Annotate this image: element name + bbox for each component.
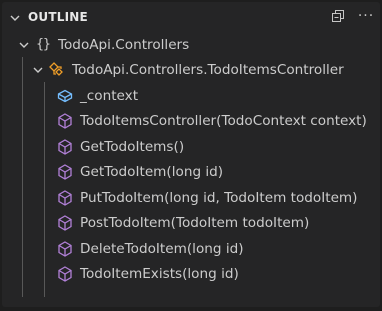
tree-item-method[interactable]: GetTodoItem(long id) [2,160,380,186]
tree-item-label: TodoApi.Controllers [58,36,190,53]
method-icon [56,265,74,283]
collapse-all-icon[interactable] [330,8,346,24]
method-icon [56,189,74,207]
method-icon [56,214,74,232]
tree-item-label: GetTodoItems() [80,138,185,155]
namespace-braces-icon: {} [36,37,51,53]
tree-item-label: PutTodoItem(long id, TodoItem todoItem) [80,189,358,206]
tree-item-method[interactable]: PutTodoItem(long id, TodoItem todoItem) [2,185,380,211]
tree-item-label: TodoApi.Controllers.TodoItemsController [72,62,344,79]
method-icon [56,163,74,181]
outline-panel: OUTLINE ··· {} TodoApi.Controllers TodoA… [2,2,380,307]
chevron-down-icon[interactable] [30,62,46,78]
tree-item-method[interactable]: TodoItemExists(long id) [2,262,380,288]
tree-item-method[interactable]: DeleteTodoItem(long id) [2,236,380,262]
tree-item-method[interactable]: GetTodoItems() [2,134,380,160]
class-icon [48,61,66,79]
outline-title: OUTLINE [28,10,88,24]
outline-header[interactable]: OUTLINE ··· [2,2,380,32]
chevron-down-icon[interactable] [8,10,22,24]
chevron-down-icon[interactable] [16,37,32,53]
method-icon [56,112,74,130]
tree-item-namespace[interactable]: {} TodoApi.Controllers [2,32,380,58]
tree-item-label: GetTodoItem(long id) [80,164,224,181]
outline-actions: ··· [330,8,374,24]
tree-item-label: TodoItemExists(long id) [80,266,239,283]
tree-item-label: DeleteTodoItem(long id) [80,240,244,257]
tree-item-method[interactable]: PostTodoItem(TodoItem todoItem) [2,211,380,237]
method-icon [56,240,74,258]
tree-item-label: PostTodoItem(TodoItem todoItem) [80,215,310,232]
tree-item-class[interactable]: TodoApi.Controllers.TodoItemsController [2,58,380,84]
more-actions-icon[interactable]: ··· [358,8,374,24]
tree-item-label: _context [80,87,139,104]
outline-tree: {} TodoApi.Controllers TodoApi.Controlle… [2,32,380,297]
field-icon [56,87,74,105]
tree-item-method[interactable]: TodoItemsController(TodoContext context) [2,109,380,135]
tree-item-label: TodoItemsController(TodoContext context) [80,113,367,130]
method-icon [56,138,74,156]
tree-item-field[interactable]: _context [2,83,380,109]
